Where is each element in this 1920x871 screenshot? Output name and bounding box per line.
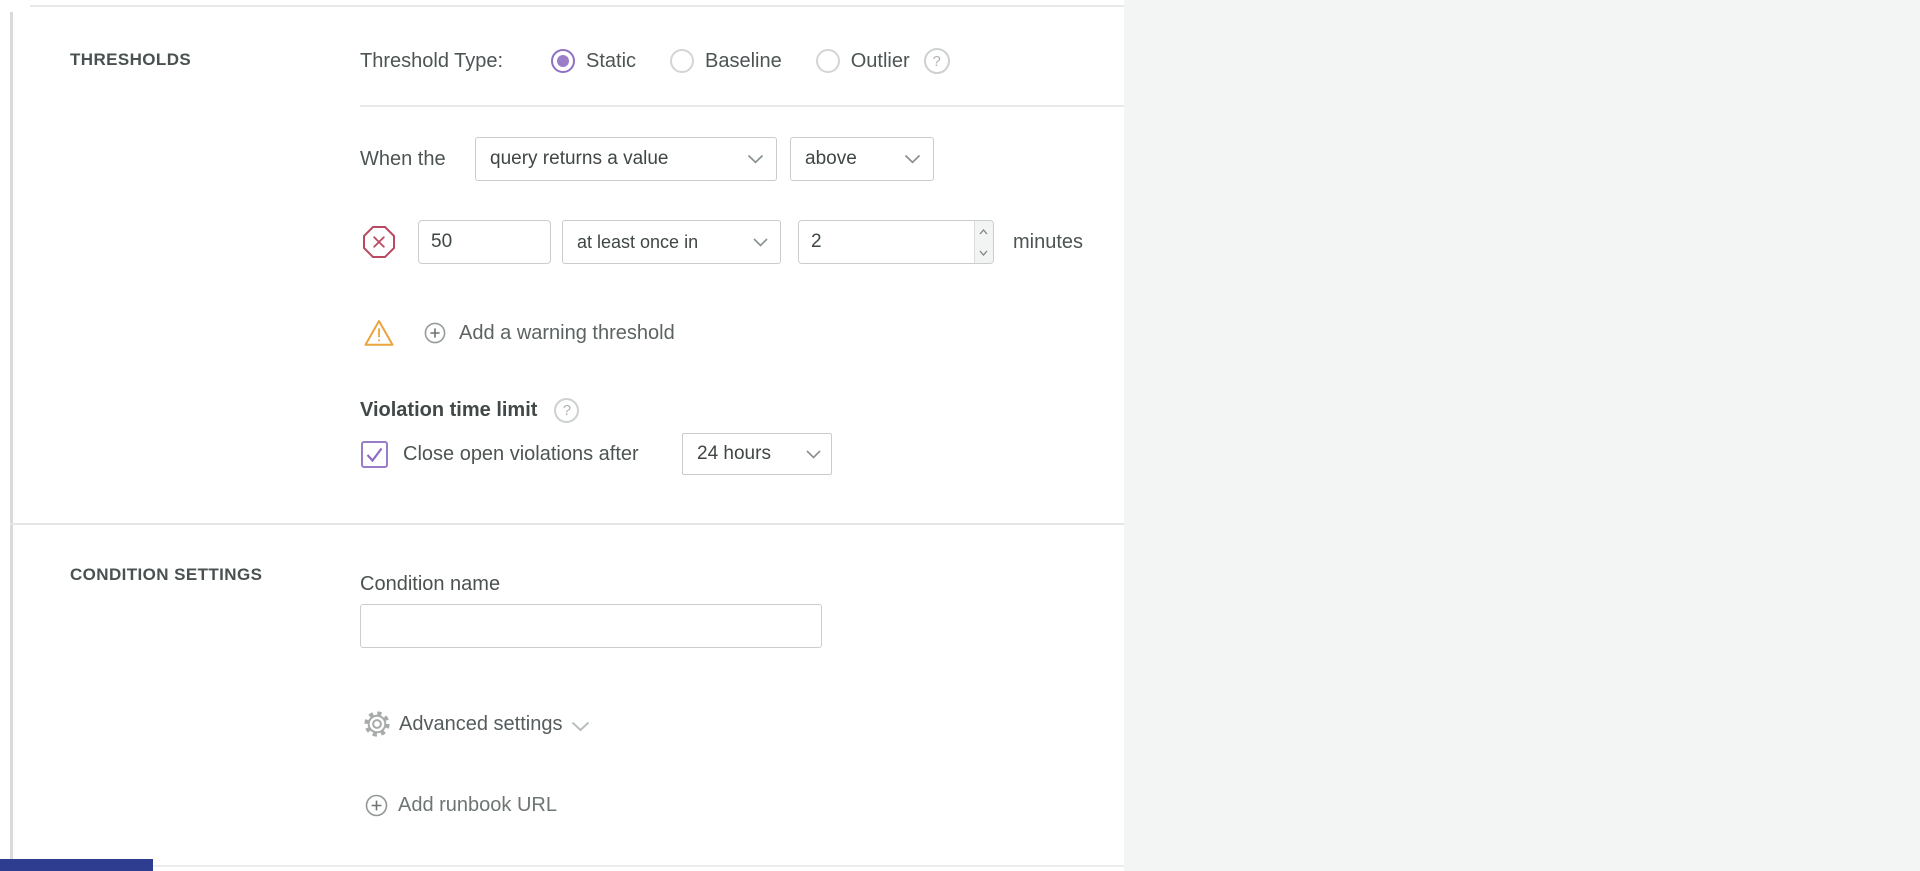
chevron-down-icon bbox=[753, 238, 768, 247]
duration-stepper bbox=[974, 221, 993, 263]
caret-down-icon bbox=[979, 250, 988, 256]
when-the-row: When the query returns a value above bbox=[360, 137, 934, 181]
operator-dropdown-value: above bbox=[805, 148, 857, 170]
threshold-type-label: Threshold Type: bbox=[360, 50, 551, 73]
add-warning-row: Add a warning threshold bbox=[363, 315, 675, 351]
critical-value-input[interactable] bbox=[418, 220, 551, 264]
advanced-settings-label: Advanced settings bbox=[399, 713, 562, 736]
section-top-divider bbox=[30, 5, 1124, 7]
gear-icon bbox=[362, 709, 392, 739]
add-runbook-label: Add runbook URL bbox=[398, 794, 557, 817]
page-background-right bbox=[1124, 0, 1920, 871]
close-violations-checkbox[interactable] bbox=[361, 441, 388, 468]
plus-circle-icon bbox=[365, 794, 388, 817]
radio-static[interactable] bbox=[551, 49, 575, 73]
add-runbook-row[interactable]: Add runbook URL bbox=[365, 791, 557, 819]
chevron-down-icon bbox=[747, 154, 764, 164]
occurrence-dropdown[interactable]: at least once in bbox=[562, 220, 781, 264]
critical-threshold-row: at least once in minutes bbox=[362, 220, 1083, 264]
warning-triangle-icon bbox=[363, 318, 395, 348]
close-violations-label: Close open violations after bbox=[403, 443, 682, 466]
condition-name-row: Condition name bbox=[360, 572, 500, 596]
thresholds-section-label: THRESHOLDS bbox=[70, 50, 191, 70]
chevron-down-icon bbox=[571, 721, 590, 732]
violation-time-limit-heading: Violation time limit bbox=[360, 399, 537, 422]
add-warning-link[interactable]: Add a warning threshold bbox=[459, 322, 675, 345]
condition-name-input[interactable] bbox=[360, 604, 822, 648]
operator-dropdown[interactable]: above bbox=[790, 137, 934, 181]
condition-name-input-row bbox=[360, 604, 822, 648]
video-progress-bar bbox=[0, 859, 153, 871]
chevron-down-icon bbox=[806, 450, 821, 459]
radio-outlier[interactable] bbox=[816, 49, 840, 73]
radio-baseline-label[interactable]: Baseline bbox=[705, 50, 782, 73]
outlier-help-icon[interactable]: ? bbox=[924, 48, 950, 74]
duration-input-group bbox=[798, 220, 994, 264]
section-divider bbox=[10, 523, 1124, 525]
plus-circle-icon bbox=[424, 322, 446, 344]
critical-octagon-icon bbox=[362, 225, 396, 259]
violation-time-limit-row: Violation time limit ? bbox=[360, 396, 579, 424]
chevron-down-icon bbox=[904, 154, 921, 164]
radio-baseline[interactable] bbox=[670, 49, 694, 73]
query-type-dropdown-value: query returns a value bbox=[490, 148, 669, 170]
duration-value-input[interactable] bbox=[799, 221, 974, 263]
duration-unit-label: minutes bbox=[1013, 231, 1083, 254]
radio-static-label[interactable]: Static bbox=[586, 50, 636, 73]
advanced-settings-row[interactable]: Advanced settings bbox=[362, 708, 590, 740]
checkmark-icon bbox=[363, 443, 386, 466]
close-violations-row: Close open violations after 24 hours bbox=[361, 432, 832, 476]
violation-duration-value: 24 hours bbox=[697, 443, 771, 465]
radio-outlier-label[interactable]: Outlier bbox=[851, 50, 910, 73]
when-the-label: When the bbox=[360, 148, 475, 171]
caret-up-icon bbox=[979, 229, 988, 235]
condition-name-label: Condition name bbox=[360, 573, 500, 596]
violation-duration-dropdown[interactable]: 24 hours bbox=[682, 433, 832, 475]
left-edge-rail bbox=[10, 12, 13, 871]
violation-help-icon[interactable]: ? bbox=[554, 398, 579, 423]
occurrence-dropdown-value: at least once in bbox=[577, 232, 698, 253]
panel-bottom-divider bbox=[10, 865, 1124, 867]
threshold-type-row: Threshold Type: Static Baseline Outlier … bbox=[360, 44, 950, 78]
stepper-up-button[interactable] bbox=[975, 221, 993, 242]
query-type-dropdown[interactable]: query returns a value bbox=[475, 137, 777, 181]
stepper-down-button[interactable] bbox=[975, 242, 993, 263]
threshold-type-divider bbox=[360, 105, 1124, 107]
condition-settings-section-label: CONDITION SETTINGS bbox=[70, 565, 262, 585]
